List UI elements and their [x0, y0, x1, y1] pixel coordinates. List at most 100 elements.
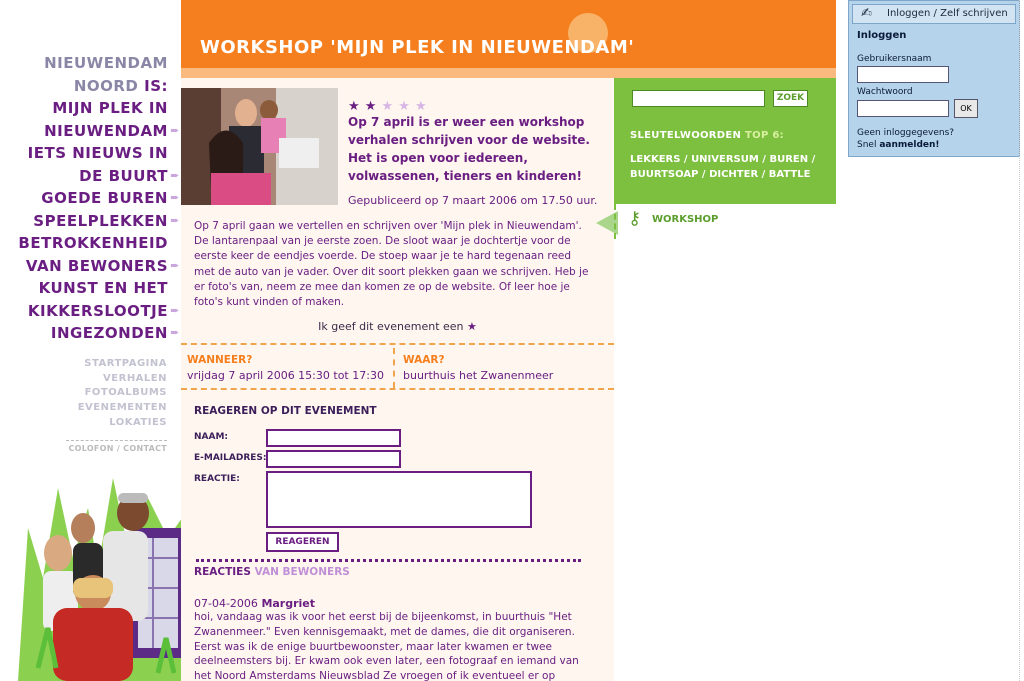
reactions-title-1: REACTIES: [194, 566, 251, 578]
link-startpagina[interactable]: STARTPAGINA: [0, 357, 167, 372]
site-heading-line1: NIEUWENDAM: [44, 54, 168, 72]
keywords-label-2: TOP 6:: [745, 130, 784, 141]
reaction-author: Margriet: [261, 597, 316, 610]
page-title: WORKSHOP 'MIJN PLEK IN NIEUWENDAM': [200, 37, 635, 58]
nav-item-mijn-plek-2[interactable]: NIEUWENDAM ➨: [0, 120, 182, 143]
event-photo: [181, 88, 338, 205]
star-icon-filled: ★: [364, 99, 377, 114]
link-lokaties[interactable]: LOKATIES: [0, 416, 167, 431]
nav-item-speelplekken[interactable]: SPEELPLEKKEN ➨: [0, 210, 182, 233]
login-header[interactable]: ✍ Inloggen / Zelf schrijven: [852, 4, 1016, 24]
divider: [181, 343, 614, 345]
key-icon: ⚷: [628, 208, 642, 229]
reaction-text: hoi, vandaag was ik voor het eerst bij d…: [194, 611, 579, 681]
star-icon-empty: ★: [381, 99, 394, 114]
email-input[interactable]: [266, 450, 401, 468]
header-stripe: [181, 68, 836, 78]
residents-collage-image: [18, 468, 182, 681]
nav-item-mijn-plek-1[interactable]: MIJN PLEK IN➨: [0, 97, 182, 120]
login-box: ✍ Inloggen / Zelf schrijven Inloggen Geb…: [848, 0, 1020, 157]
tag-line: [614, 204, 616, 239]
signup-prefix: Snel: [857, 140, 877, 150]
event-published: Gepubliceerd op 7 maart 2006 om 17.50 uu…: [348, 194, 598, 207]
email-label: E-MAILADRES:: [194, 453, 267, 463]
keywords-label-1: SLEUTELWOORDEN: [630, 130, 742, 141]
right-edge: [1019, 0, 1024, 681]
no-account-text: Geen inloggegevens?: [857, 128, 955, 138]
search-input[interactable]: [632, 90, 765, 107]
password-label: Wachtwoord: [857, 87, 913, 97]
site-heading: NIEUWENDAM NOORD IS:: [0, 52, 182, 97]
arrow-icon: ➨: [170, 168, 180, 182]
reaction-textarea[interactable]: [266, 471, 532, 528]
keyword-link[interactable]: UNIVERSUM: [691, 154, 759, 165]
star-icon-empty: ★: [398, 99, 410, 114]
tag-workshop-link[interactable]: WORKSHOP: [652, 214, 718, 225]
nav-item-betrokkenheid-2[interactable]: VAN BEWONERS ➨: [0, 255, 182, 278]
arrow-icon: ➨: [170, 191, 180, 204]
form-title: REAGEREN OP DIT EVENEMENT: [194, 405, 377, 417]
when-where-separator: [393, 348, 395, 388]
rate-event: Ik geef dit evenement een ★: [181, 320, 614, 333]
nav-item-kunst-2[interactable]: KIKKERSLOOTJE ➨: [0, 300, 182, 323]
nav-item-betrokkenheid-1[interactable]: BETROKKENHEID➨: [0, 232, 182, 255]
star-icon-empty: ★: [415, 99, 427, 114]
username-label: Gebruikersnaam: [857, 54, 932, 64]
keyword-link[interactable]: BUURTSOAP: [630, 169, 698, 180]
login-ok-button[interactable]: OK: [954, 99, 978, 118]
link-verhalen[interactable]: VERHALEN: [0, 372, 167, 387]
keyword-link[interactable]: LEKKERS: [630, 154, 680, 165]
reactions-title-2: VAN BEWONERS: [254, 566, 350, 578]
submit-reaction-button[interactable]: REAGEREN: [266, 532, 339, 552]
login-title: Inloggen: [857, 30, 907, 41]
where-value: buurthuis het Zwanenmeer: [403, 369, 554, 382]
divider: [181, 388, 614, 390]
reaction-label: REACTIE:: [194, 474, 240, 484]
nav-item-kunst-1[interactable]: KUNST EN HET➨: [0, 277, 182, 300]
event-rating: ★ ★ ★ ★ ★: [348, 95, 427, 114]
rate-label: Ik geef dit evenement een: [318, 320, 464, 333]
arrow-icon: ➨: [170, 303, 180, 317]
event-body: Op 7 april gaan we vertellen en schrijve…: [194, 220, 589, 309]
arrow-icon: ➨: [170, 213, 180, 227]
rate-star-icon[interactable]: ★: [467, 320, 477, 333]
name-input[interactable]: [266, 429, 401, 447]
site-heading-is: IS:: [144, 76, 168, 95]
password-input[interactable]: [857, 100, 949, 117]
reaction-header: 07-04-2006 Margriet: [194, 597, 315, 610]
main-content: ★ ★ ★ ★ ★ Op 7 april is er weer een work…: [181, 78, 614, 681]
when-value: vrijdag 7 april 2006 15:30 tot 17:30: [187, 369, 384, 382]
pen-icon: ✍: [861, 6, 872, 21]
star-icon-filled: ★: [348, 99, 360, 114]
reaction-date: 07-04-2006: [194, 597, 258, 610]
keyword-link[interactable]: DICHTER: [709, 169, 758, 180]
login-header-label: Inloggen / Zelf schrijven: [887, 8, 1008, 19]
reactions-divider: [196, 559, 581, 562]
nav-item-goede-buren[interactable]: GOEDE BUREN ➨: [0, 187, 182, 210]
search-button[interactable]: ZOEK: [773, 90, 808, 107]
nav-item-ingezonden[interactable]: INGEZONDEN ➨: [0, 322, 182, 345]
arrow-icon: ➨: [170, 258, 180, 272]
nav-item-nieuws-2[interactable]: DE BUURT ➨: [0, 165, 182, 188]
left-navigation: NIEUWENDAM NOORD IS: MIJN PLEK IN➨ NIEUW…: [0, 52, 182, 345]
arrow-icon: ➨: [170, 123, 180, 137]
keywords-label: SLEUTELWOORDEN TOP 6:: [630, 130, 784, 141]
keyword-link[interactable]: BATTLE: [769, 169, 811, 180]
link-fotoalbums[interactable]: FOTOALBUMS: [0, 386, 167, 401]
keyword-link[interactable]: BUREN: [769, 154, 808, 165]
site-heading-line2: NOORD: [73, 76, 139, 95]
signup-link[interactable]: aanmelden!: [879, 140, 939, 150]
keywords-list: LEKKERS / UNIVERSUM / BUREN / BUURTSOAP …: [630, 154, 816, 180]
username-input[interactable]: [857, 66, 949, 83]
where-label: WAAR?: [403, 354, 445, 366]
reactions-title: REACTIES VAN BEWONERS: [194, 566, 350, 578]
nav-item-nieuws-1[interactable]: IETS NIEUWS IN➨: [0, 142, 182, 165]
arrow-icon: ➨: [170, 326, 180, 339]
when-label: WANNEER?: [187, 354, 253, 366]
event-intro: Op 7 april is er weer een workshop verha…: [348, 115, 590, 183]
link-evenementen[interactable]: EVENEMENTEN: [0, 401, 167, 416]
page-header: WORKSHOP 'MIJN PLEK IN NIEUWENDAM': [181, 0, 836, 68]
colofon-contact-link[interactable]: COLOFON / CONTACT: [66, 440, 167, 453]
secondary-links: STARTPAGINA VERHALEN FOTOALBUMS EVENEMEN…: [0, 357, 167, 431]
search-keywords-panel: ZOEK SLEUTELWOORDEN TOP 6: LEKKERS / UNI…: [614, 78, 836, 204]
